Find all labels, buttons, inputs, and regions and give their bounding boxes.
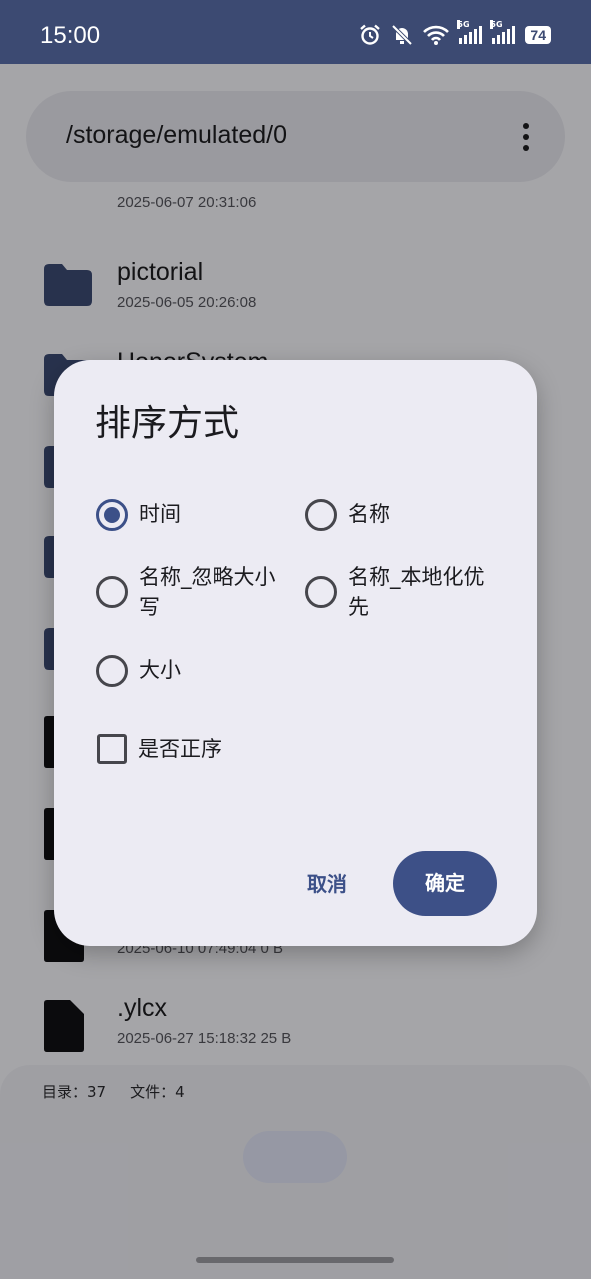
alarm-icon [360, 24, 381, 45]
cell-signal-icon: 5G [457, 20, 483, 44]
status-bar: 15:00 5G 5G 74 [0, 0, 591, 64]
radio-button[interactable] [305, 499, 337, 531]
status-time: 15:00 [40, 22, 101, 49]
radio-button-checked[interactable] [96, 499, 128, 531]
sort-option-size[interactable]: 大小 [96, 655, 181, 687]
confirm-button[interactable]: 确定 [393, 851, 497, 916]
dialog-title: 排序方式 [95, 403, 240, 444]
option-label: 名称_本地化优先 [348, 565, 485, 619]
mute-bell-icon [392, 24, 413, 46]
wifi-icon [423, 25, 450, 45]
cell-signal-icon: 5G [490, 20, 516, 44]
battery-icon: 74 [525, 26, 551, 44]
sort-option-name[interactable]: 名称 [305, 499, 390, 531]
ascending-checkbox[interactable] [97, 734, 127, 764]
cancel-button[interactable]: 取消 [290, 853, 364, 915]
checkbox-label: 是否正序 [138, 737, 222, 761]
option-label: 名称 [348, 502, 390, 526]
status-icons: 5G 5G 74 [359, 20, 551, 46]
radio-button[interactable] [96, 576, 128, 608]
ascending-checkbox-row[interactable]: 是否正序 [97, 734, 222, 764]
radio-button[interactable] [305, 576, 337, 608]
option-label: 名称_忽略大小写 [139, 565, 276, 619]
sort-dialog: 排序方式 时间 名称 名称_忽略大小写 名称_本地化优先 大小 是否正序 取消 … [54, 360, 537, 946]
sort-option-time[interactable]: 时间 [96, 499, 181, 531]
radio-button[interactable] [96, 655, 128, 687]
option-label: 时间 [139, 502, 181, 526]
option-label: 大小 [139, 658, 181, 682]
sort-option-name-ignore-case[interactable]: 名称_忽略大小写 [96, 562, 296, 622]
sort-option-name-locale[interactable]: 名称_本地化优先 [305, 562, 505, 622]
